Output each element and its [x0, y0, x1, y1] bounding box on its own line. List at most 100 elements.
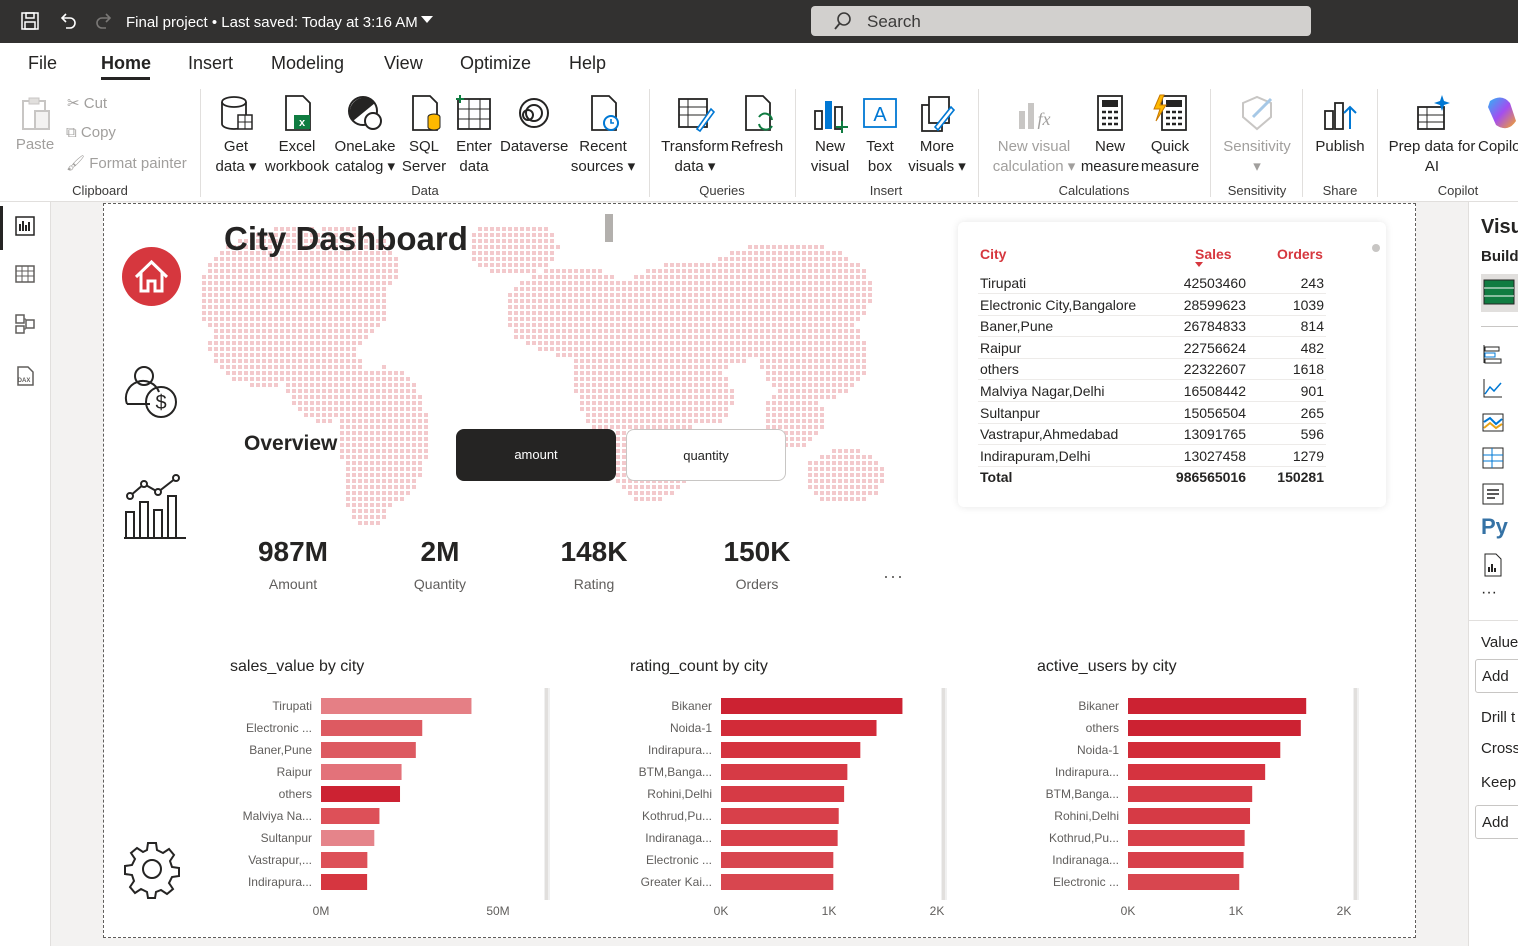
build-tab[interactable]: Build [1481, 248, 1518, 265]
scroll-handle[interactable] [605, 214, 613, 242]
active-users-chart[interactable]: active_users by city Bikaner others Noida-… [1023, 650, 1371, 930]
table-row[interactable]: Electronic City,Bangalore 28599623 1039 [978, 295, 1326, 316]
bar[interactable] [321, 830, 375, 846]
bar[interactable] [321, 852, 368, 868]
menu-view[interactable]: View [384, 53, 423, 74]
table-row[interactable]: Sultanpur 15056504 265 [978, 403, 1326, 424]
cut-button[interactable]: ✂ Cut [67, 94, 107, 112]
enter-data-button[interactable]: Enter data [452, 93, 496, 177]
amount-toggle-button[interactable]: amount [456, 429, 616, 481]
table-row[interactable]: Tirupati 42503460 243 [978, 273, 1326, 294]
dataverse-button[interactable]: Dataverse [500, 93, 568, 157]
new-visual-calculation-button[interactable]: fx New visual calculation ▾ [988, 93, 1080, 177]
table-header-orders[interactable]: Orders [1277, 246, 1323, 262]
chart-scrollbar-thumb[interactable] [942, 688, 945, 900]
bar[interactable] [721, 874, 834, 890]
onelake-catalog-button[interactable]: OneLake catalog ▾ [332, 93, 398, 177]
search-input[interactable]: Search [811, 6, 1311, 36]
card-icon[interactable] [1481, 482, 1505, 511]
bar[interactable] [721, 852, 834, 868]
drill-add-field[interactable]: Add [1475, 805, 1518, 839]
bar[interactable] [321, 764, 402, 780]
sales-value-chart[interactable]: sales_value by city Tirupati Electronic .… [216, 650, 564, 930]
excel-workbook-button[interactable]: x Excel workbook [262, 93, 332, 177]
user-money-icon[interactable]: $ [122, 362, 182, 427]
table-row[interactable]: others 22322607 1618 [978, 359, 1326, 381]
quantity-toggle-button[interactable]: quantity [626, 429, 786, 481]
menu-help[interactable]: Help [569, 53, 606, 74]
rating-count-chart[interactable]: rating_count by city Bikaner Noida-1 Indir… [617, 650, 963, 930]
bar[interactable] [1128, 808, 1251, 824]
bar[interactable] [721, 720, 877, 736]
bar[interactable] [321, 698, 472, 714]
sensitivity-button[interactable]: Sensitivity ▾ [1218, 93, 1296, 177]
more-visuals-button[interactable]: More visuals ▾ [906, 93, 968, 177]
bar[interactable] [1128, 786, 1253, 802]
city-sales-table[interactable]: City Sales Orders Tirupati 42503460 243 Ele… [958, 222, 1386, 507]
document-title[interactable]: Final project • Last saved: Today at 3:1… [126, 14, 418, 31]
analytics-chart-icon[interactable] [120, 472, 190, 547]
table-row[interactable]: Malviya Nagar,Delhi 16508442 901 [978, 381, 1326, 402]
bar[interactable] [1128, 852, 1244, 868]
menu-file[interactable]: File [28, 53, 57, 74]
bar[interactable] [721, 764, 848, 780]
new-measure-button[interactable]: New measure [1080, 93, 1140, 177]
bar[interactable] [1128, 830, 1245, 846]
scroll-indicator[interactable] [1372, 244, 1380, 252]
redo-icon[interactable] [94, 11, 114, 36]
table-header-city[interactable]: City [980, 246, 1006, 262]
python-visual-icon[interactable]: Py [1481, 514, 1508, 540]
recent-sources-button[interactable]: Recent sources ▾ [570, 93, 636, 177]
bar[interactable] [321, 874, 368, 890]
table-total-row[interactable]: Total 986565016 150281 [978, 467, 1326, 488]
prep-data-for-ai-button[interactable]: Prep data for AI [1386, 93, 1478, 177]
paginated-report-icon[interactable] [1481, 552, 1505, 583]
table-row[interactable]: Baner,Pune 26784833 814 [978, 316, 1326, 338]
copy-button[interactable]: ⧉ Copy [66, 124, 116, 141]
chart-scrollbar-thumb[interactable] [1354, 688, 1357, 900]
paste-button[interactable]: Paste [10, 93, 60, 157]
get-data-button[interactable]: Get data ▾ [210, 93, 262, 177]
table-row[interactable]: Vastrapur,Ahmedabad 13091765 596 [978, 424, 1326, 446]
transform-data-button[interactable]: Transform data ▾ [660, 93, 730, 177]
table-header-sales[interactable]: Sales [1195, 246, 1232, 262]
values-add-field[interactable]: Add [1475, 659, 1518, 693]
chevron-down-icon[interactable] [421, 16, 433, 23]
text-box-button[interactable]: A Text box [856, 93, 904, 177]
bar[interactable] [721, 742, 861, 758]
bar[interactable] [321, 808, 380, 824]
table-view-icon[interactable] [13, 262, 37, 291]
publish-button[interactable]: Publish [1310, 93, 1370, 157]
line-chart-icon[interactable] [1481, 376, 1505, 405]
report-view-icon[interactable] [13, 214, 37, 243]
visual-type-selected[interactable] [1481, 274, 1518, 312]
menu-home[interactable]: Home [101, 53, 151, 74]
bar[interactable] [721, 698, 903, 714]
table-row[interactable]: Raipur 22756624 482 [978, 338, 1326, 359]
bar[interactable] [1128, 720, 1301, 736]
more-options-icon[interactable]: ··· [883, 566, 904, 587]
bar[interactable] [1128, 698, 1307, 714]
menu-modeling[interactable]: Modeling [271, 53, 344, 74]
sql-server-button[interactable]: SQL Server [400, 93, 448, 177]
sort-descending-icon[interactable] [1195, 262, 1203, 267]
copilot-button[interactable]: Copilo [1478, 93, 1518, 157]
bar[interactable] [321, 742, 416, 758]
menu-insert[interactable]: Insert [188, 53, 233, 74]
undo-icon[interactable] [58, 11, 78, 36]
save-icon[interactable] [20, 11, 40, 36]
bar[interactable] [321, 720, 423, 736]
more-visuals-ellipsis-icon[interactable]: ··· [1481, 584, 1497, 602]
quick-measure-button[interactable]: Quick measure [1140, 93, 1200, 177]
menu-optimize[interactable]: Optimize [460, 53, 531, 74]
home-button[interactable] [122, 247, 181, 306]
bar[interactable] [721, 786, 845, 802]
chart-scrollbar-thumb[interactable] [545, 688, 548, 900]
settings-gear-icon[interactable] [122, 839, 182, 904]
matrix-icon[interactable] [1481, 446, 1505, 475]
ribbon-chart-icon[interactable] [1481, 410, 1505, 439]
format-painter-button[interactable]: 🖌 Format painter [66, 154, 187, 172]
bar[interactable] [1128, 764, 1266, 780]
refresh-button[interactable]: Refresh [730, 93, 784, 157]
bar[interactable] [321, 786, 401, 802]
